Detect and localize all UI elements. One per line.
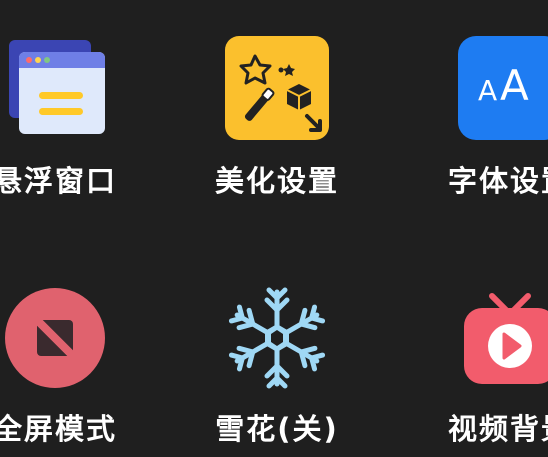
snowflake-icon [225, 286, 329, 390]
fullscreen-mode-tile[interactable]: 全屏模式 [0, 248, 135, 448]
magic-wand-icon [225, 36, 329, 140]
beautify-settings-tile[interactable]: 美化设置 [197, 0, 357, 200]
video-background-tile[interactable]: 视频背景 [430, 248, 548, 448]
snowflake-tile[interactable]: 雪花(关) [197, 248, 357, 448]
settings-grid: 悬浮窗口 美化设置 A A 字体设 全屏模式 雪花(关) 视频背 [0, 0, 548, 457]
tv-play-icon [458, 286, 548, 390]
floating-window-tile[interactable]: 悬浮窗口 [0, 0, 135, 200]
floating-window-icon [3, 36, 107, 140]
floating-window-label: 悬浮窗口 [0, 164, 117, 198]
font-settings-label: 字体设置 [447, 164, 548, 198]
fullscreen-icon [3, 286, 107, 390]
font-icon: A A [458, 36, 548, 140]
font-icon-glyph-small: A [478, 74, 497, 107]
font-icon-glyph-large: A [500, 61, 529, 110]
beautify-settings-label: 美化设置 [214, 164, 339, 198]
snowflake-label: 雪花(关) [215, 412, 339, 446]
video-background-label: 视频背景 [447, 412, 548, 446]
font-settings-tile[interactable]: A A 字体设置 [430, 0, 548, 200]
fullscreen-mode-label: 全屏模式 [0, 412, 117, 446]
